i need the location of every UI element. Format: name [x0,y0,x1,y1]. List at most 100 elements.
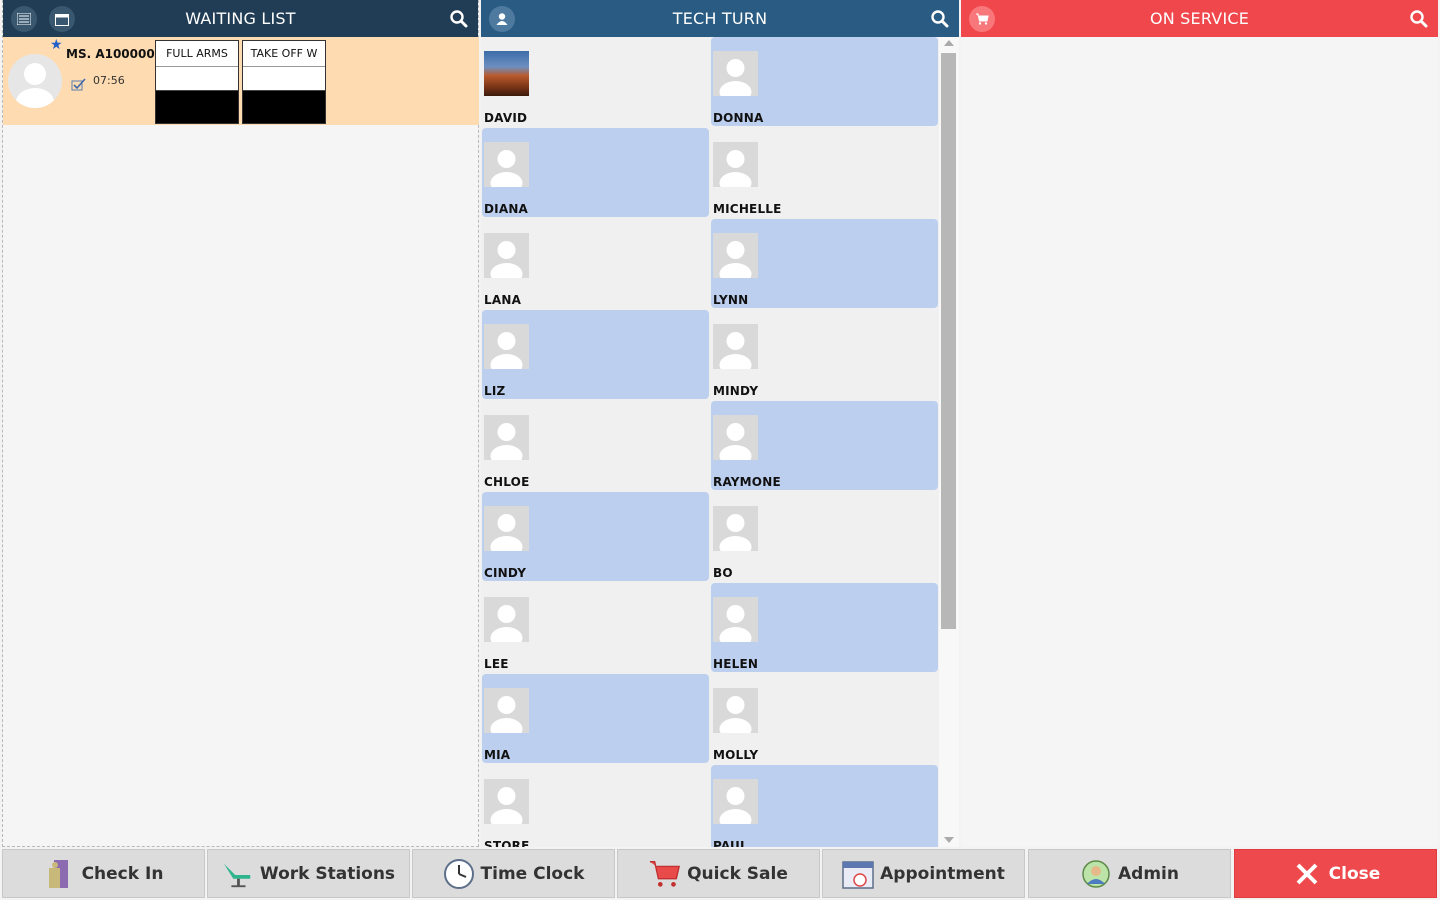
clock-icon [443,858,475,890]
scroll-up-icon[interactable] [944,40,954,46]
person-icon [490,514,523,551]
person-icon [490,241,523,278]
tech-name: BO [713,566,733,580]
tech-scrollbar[interactable] [939,37,959,847]
bottom-toolbar: Check In Work Stations Time Clock Quick … [0,847,1440,900]
tech-avatar [484,688,529,733]
tech-name: PAUL [713,839,748,847]
tech-tile[interactable]: LEE [482,583,709,672]
waiting-search-icon[interactable] [450,10,468,28]
person-icon [490,150,523,187]
tech-tile[interactable]: HELEN [711,583,938,672]
tech-avatar [713,415,758,460]
waiting-list-title: WAITING LIST [185,9,296,28]
tech-avatar [484,597,529,642]
list-view-button[interactable] [11,6,37,32]
check-in-label: Check In [81,863,164,884]
tech-tile[interactable]: LIZ [482,310,709,399]
tech-avatar [484,142,529,187]
list-icon [17,13,31,25]
tech-avatar [484,506,529,551]
tech-tile[interactable]: MICHELLE [711,128,938,217]
tech-profile-button[interactable] [489,6,515,32]
customer-avatar [8,54,62,108]
person-icon [719,514,752,551]
tech-name: CINDY [484,566,527,580]
tech-avatar [484,779,529,824]
tech-tile[interactable]: CHLOE [482,401,709,490]
tech-tile[interactable]: DIANA [482,128,709,217]
tech-name: DONNA [713,111,764,125]
tech-name: LEE [484,657,509,671]
tech-avatar [484,324,529,369]
tech-tile[interactable]: LYNN [711,219,938,308]
service-card[interactable]: TAKE OFF W [242,40,326,124]
tech-turn-panel: TECH TURN DAVID DONNA DIANA MICHELLE LANA LYN… [481,0,959,847]
tech-name: MICHELLE [713,202,782,216]
calendar-view-button[interactable] [49,6,75,32]
person-icon [490,423,523,460]
appointment-label: Appointment [880,863,1005,884]
on-service-title: ON SERVICE [1149,9,1250,28]
tech-tile[interactable]: MINDY [711,310,938,399]
tech-tile[interactable]: STORE [482,765,709,847]
scroll-thumb[interactable] [941,53,956,629]
tech-search-icon[interactable] [931,10,949,28]
close-button[interactable]: Close [1234,849,1437,898]
tech-tile[interactable]: DONNA [711,37,938,126]
tech-avatar [713,142,758,187]
tech-avatar [713,51,758,96]
waiting-ticket[interactable]: ★ MS. A100000 07:56 FULL ARMS TAKE OFF W [3,37,479,125]
tech-turn-title: TECH TURN [672,9,768,28]
person-icon [16,63,54,108]
tech-name: HELEN [713,657,759,671]
tech-name: MIA [484,748,511,762]
close-icon [1291,858,1323,890]
tech-photo [484,51,529,96]
person-icon [719,605,752,642]
shopping-cart-icon [649,858,681,890]
tech-tile[interactable]: RAYMONE [711,401,938,490]
tech-avatar [484,415,529,460]
waiting-list-header: WAITING LIST [3,0,478,37]
cart-icon [976,13,989,25]
tech-avatar [713,688,758,733]
tech-name: MINDY [713,384,759,398]
person-icon [490,605,523,642]
time-clock-button[interactable]: Time Clock [412,849,615,898]
tech-tile[interactable]: PAUL [711,765,938,847]
tech-turn-header: TECH TURN [481,0,959,37]
service-card[interactable]: FULL ARMS [155,40,239,124]
on-service-header: ON SERVICE [961,0,1438,37]
scroll-down-icon[interactable] [944,837,954,843]
tech-name: DAVID [484,111,528,125]
tech-avatar [713,506,758,551]
customer-name: MS. A100000 [66,47,155,61]
admin-button[interactable]: Admin [1028,849,1231,898]
calendar-icon [55,13,69,26]
person-icon [490,787,523,824]
tech-tile[interactable]: BO [711,492,938,581]
tech-grid: DAVID DONNA DIANA MICHELLE LANA LYNN LIZ MINDY C… [481,37,939,847]
tech-avatar [713,233,758,278]
work-stations-button[interactable]: Work Stations [207,849,410,898]
tech-name: MOLLY [713,748,759,762]
tech-tile[interactable]: MIA [482,674,709,763]
tech-tile[interactable]: CINDY [482,492,709,581]
tech-name: LIZ [484,384,506,398]
person-icon [719,150,752,187]
quick-sale-button[interactable]: Quick Sale [617,849,820,898]
tech-tile[interactable]: LANA [482,219,709,308]
service-search-icon[interactable] [1410,10,1428,28]
admin-label: Admin [1118,863,1179,884]
person-icon [719,59,752,96]
work-stations-label: Work Stations [259,863,396,884]
appointment-button[interactable]: Appointment [822,849,1025,898]
tech-tile[interactable]: MOLLY [711,674,938,763]
user-icon [496,13,508,25]
cart-button[interactable] [969,6,995,32]
check-in-button[interactable]: Check In [2,849,205,898]
person-icon [490,332,523,369]
calendar-appointment-icon [842,858,874,890]
tech-tile[interactable]: DAVID [482,37,709,126]
